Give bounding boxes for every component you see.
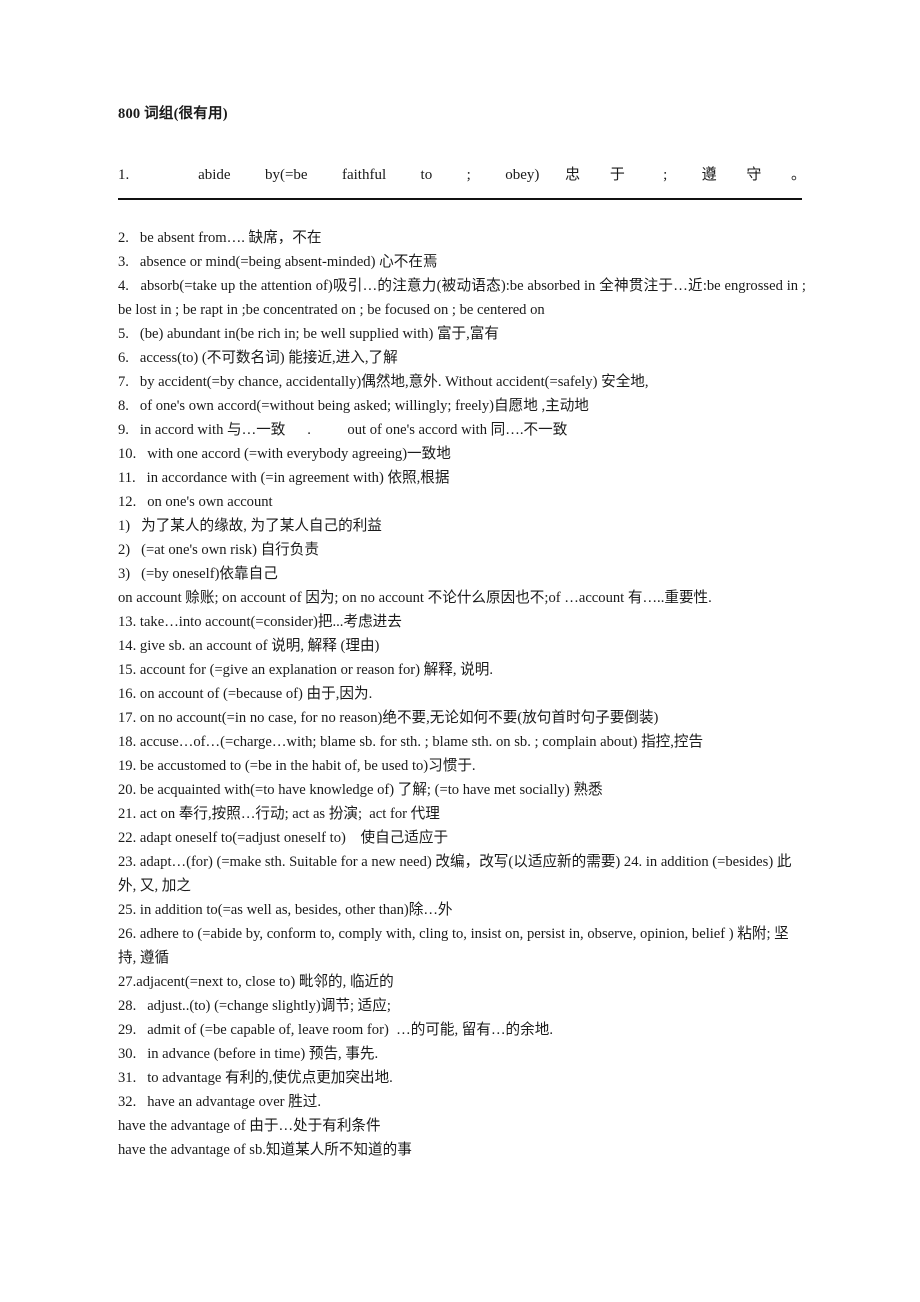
list-item: have the advantage of 由于…处于有利条件 (118, 1118, 381, 1134)
list-item: 25. in addition to(=as well as, besides,… (118, 902, 453, 918)
list-item: 28. adjust..(to) (=change slightly)调节; 适… (118, 998, 391, 1014)
list-item: 30. in advance (before in time) 预告, 事先. (118, 1046, 379, 1062)
list-item: 5. (be) abundant in(be rich in; be well … (118, 326, 499, 342)
list-item: 26. adhere to (=abide by, conform to, co… (118, 926, 789, 966)
list-item: 3. absence or mind(=being absent-minded)… (118, 254, 438, 270)
list-item: 29. admit of (=be capable of, leave room… (118, 1022, 553, 1038)
page-title: 800 词组(很有用) (118, 106, 228, 122)
vocabulary-entry-1: 1. abide by(=be faithful to ; obey) 忠 于 … (118, 167, 806, 183)
list-item: 9. in accord with 与…一致 . out of one's ac… (118, 422, 568, 438)
list-item: 18. accuse…of…(=charge…with; blame sb. f… (118, 734, 704, 750)
list-item: 27.adjacent(=next to, close to) 毗邻的, 临近的 (118, 974, 394, 990)
list-item: 19. be accustomed to (=be in the habit o… (118, 758, 476, 774)
document-content: 800 词组(很有用) 1. abide by(=be faithful to … (118, 104, 806, 1162)
list-item: have the advantage of sb.知道某人所不知道的事 (118, 1142, 412, 1158)
vocabulary-list: 2. be absent from…. 缺席，不在 3. absence or … (118, 226, 806, 1162)
list-item: 6. access(to) (不可数名词) 能接近,进入,了解 (118, 350, 398, 366)
document-page: 800 词组(很有用) 1. abide by(=be faithful to … (0, 0, 920, 1302)
list-item: 31. to advantage 有利的,使优点更加突出地. (118, 1070, 393, 1086)
list-item: 17. on no account(=in no case, for no re… (118, 710, 659, 726)
list-item: 8. of one's own accord(=without being as… (118, 398, 589, 414)
list-item: 23. adapt…(for) (=make sth. Suitable for… (118, 854, 792, 894)
list-item: 11. in accordance with (=in agreement wi… (118, 470, 450, 486)
list-item: on account 赊账; on account of 因为; on no a… (118, 590, 712, 606)
list-item: 7. by accident(=by chance, accidentally)… (118, 374, 649, 390)
list-item: 3) (=by oneself)依靠自己 (118, 566, 278, 582)
horizontal-divider (118, 198, 802, 200)
list-item: 14. give sb. an account of 说明, 解释 (理由) (118, 638, 380, 654)
list-item: 21. act on 奉行,按照…行动; act as 扮演; act for … (118, 806, 440, 822)
list-item: 12. on one's own account (118, 494, 273, 510)
list-item: 2) (=at one's own risk) 自行负责 (118, 542, 319, 558)
list-item: 15. account for (=give an explanation or… (118, 662, 493, 678)
list-item: 22. adapt oneself to(=adjust oneself to)… (118, 830, 449, 846)
list-item: 13. take…into account(=consider)把...考虑进去 (118, 614, 402, 630)
list-item: 2. be absent from…. 缺席，不在 (118, 230, 322, 246)
list-item: 4. absorb(=take up the attention of)吸引…的… (118, 278, 810, 318)
list-item: 16. on account of (=because of) 由于,因为. (118, 686, 373, 702)
list-item: 20. be acquainted with(=to have knowledg… (118, 782, 603, 798)
list-item: 32. have an advantage over 胜过. (118, 1094, 322, 1110)
list-item: 10. with one accord (=with everybody agr… (118, 446, 451, 462)
list-item: 1) 为了某人的缘故, 为了某人自己的利益 (118, 518, 382, 534)
